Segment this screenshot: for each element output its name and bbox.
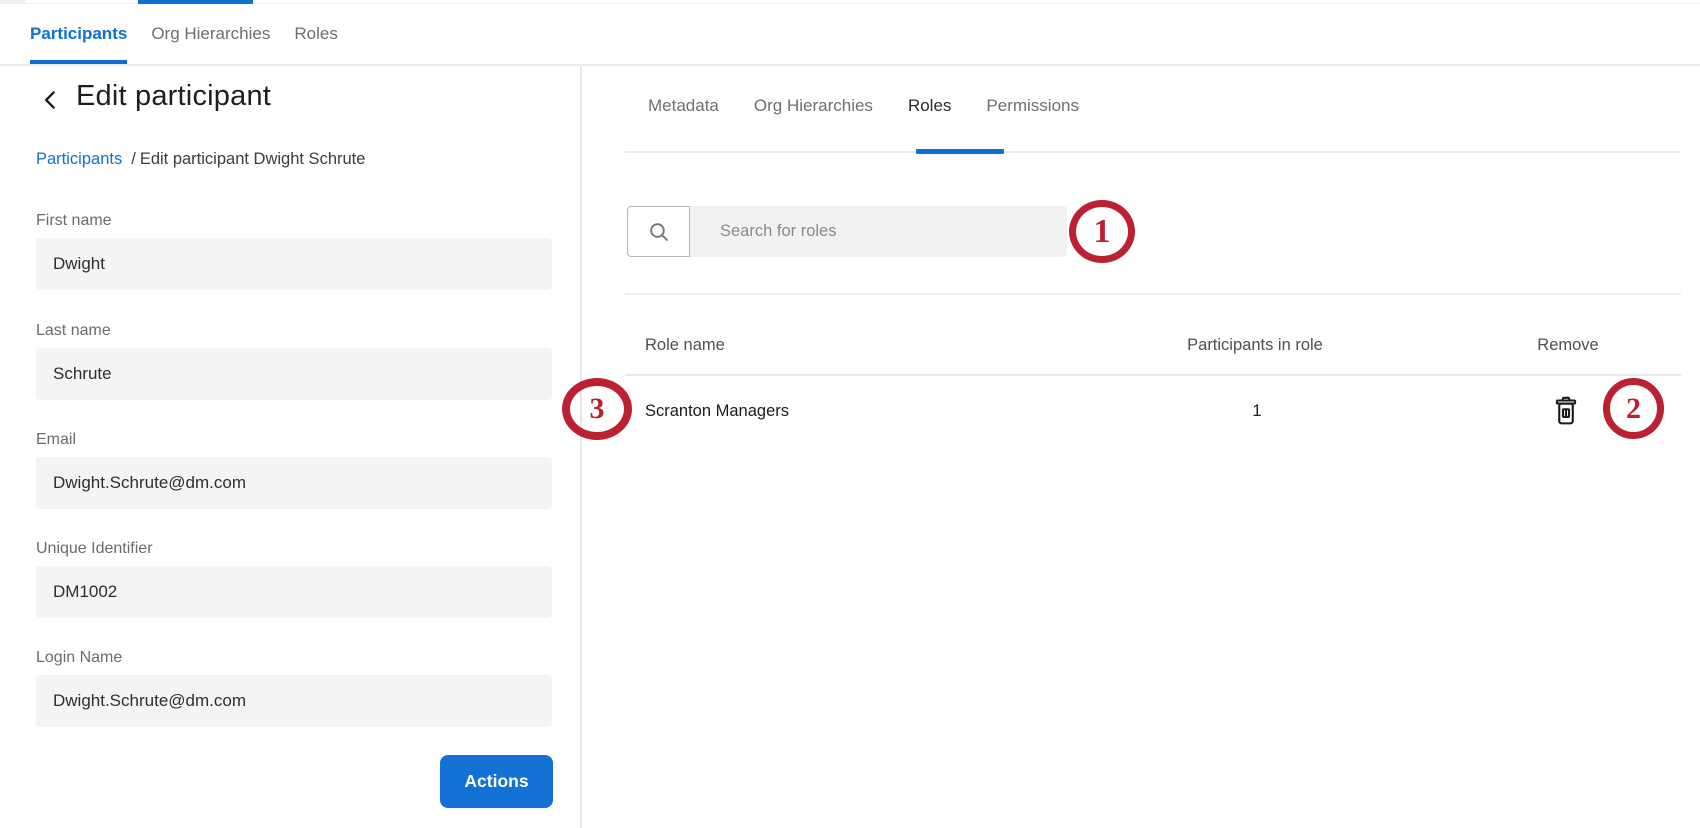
table-row-role-name: Scranton Managers [645, 402, 789, 421]
tab-org-hierarchies[interactable]: Org Hierarchies [754, 96, 873, 116]
nav-tab-participants[interactable]: Participants [30, 4, 127, 64]
detail-tabs: Metadata Org Hierarchies Roles Permissio… [648, 96, 1079, 116]
column-header-role-name: Role name [645, 336, 725, 355]
table-header-divider [625, 374, 1681, 376]
breadcrumb-current: /Edit participant Dwight Schrute [131, 150, 369, 168]
email-label: Email [36, 431, 552, 449]
trash-icon [1552, 395, 1580, 427]
tab-roles[interactable]: Roles [908, 96, 951, 116]
tabs-bottom-border [625, 151, 1681, 153]
tab-metadata[interactable]: Metadata [648, 96, 719, 116]
search-icon [647, 220, 671, 244]
primary-nav: Participants Org Hierarchies Roles [0, 4, 1700, 66]
login-name-label: Login Name [36, 649, 552, 667]
annotation-number-3: 3 [590, 392, 605, 426]
panel-divider [580, 66, 582, 828]
active-tab-underline [916, 149, 1004, 154]
unique-identifier-field-group: Unique Identifier [36, 540, 552, 618]
column-header-remove: Remove [1537, 336, 1598, 355]
breadcrumb-separator: / [131, 150, 136, 168]
login-name-input[interactable] [36, 675, 552, 727]
search-section-divider [625, 293, 1681, 295]
first-name-label: First name [36, 212, 552, 230]
nav-tab-org-hierarchies[interactable]: Org Hierarchies [151, 4, 270, 64]
tab-permissions[interactable]: Permissions [986, 96, 1079, 116]
unique-identifier-input[interactable] [36, 566, 552, 618]
nav-tab-roles[interactable]: Roles [294, 4, 337, 64]
first-name-input[interactable] [36, 238, 552, 290]
last-name-label: Last name [36, 322, 552, 340]
annotation-circle-2: 2 [1603, 378, 1664, 439]
chevron-left-icon [38, 87, 66, 113]
nav-tab-roles-label: Roles [294, 24, 337, 44]
annotation-circle-3: 3 [562, 378, 632, 440]
actions-button[interactable]: Actions [440, 755, 553, 808]
remove-role-button[interactable] [1549, 392, 1583, 430]
last-name-input[interactable] [36, 348, 552, 400]
search-button[interactable] [627, 206, 690, 257]
nav-tab-org-hierarchies-label: Org Hierarchies [151, 24, 270, 44]
email-input[interactable] [36, 457, 552, 509]
email-field-group: Email [36, 431, 552, 509]
column-header-participants-in-role: Participants in role [1187, 336, 1323, 355]
edit-participant-screen: Participants Org Hierarchies Roles Edit … [0, 0, 1700, 828]
last-name-field-group: Last name [36, 322, 552, 400]
search-roles-input[interactable] [690, 206, 1067, 257]
annotation-number-2: 2 [1626, 392, 1641, 426]
breadcrumb: Participants/Edit participant Dwight Sch… [36, 150, 369, 169]
first-name-field-group: First name [36, 212, 552, 290]
breadcrumb-participants-link[interactable]: Participants [36, 150, 122, 168]
table-row-participants-count: 1 [1252, 402, 1261, 421]
breadcrumb-current-label: Edit participant Dwight Schrute [140, 150, 366, 168]
page-title: Edit participant [76, 80, 271, 113]
annotation-circle-1: 1 [1069, 200, 1135, 263]
login-name-field-group: Login Name [36, 649, 552, 727]
unique-identifier-label: Unique Identifier [36, 540, 552, 558]
back-button[interactable] [38, 86, 66, 114]
nav-tab-participants-label: Participants [30, 24, 127, 44]
annotation-number-1: 1 [1094, 213, 1111, 251]
